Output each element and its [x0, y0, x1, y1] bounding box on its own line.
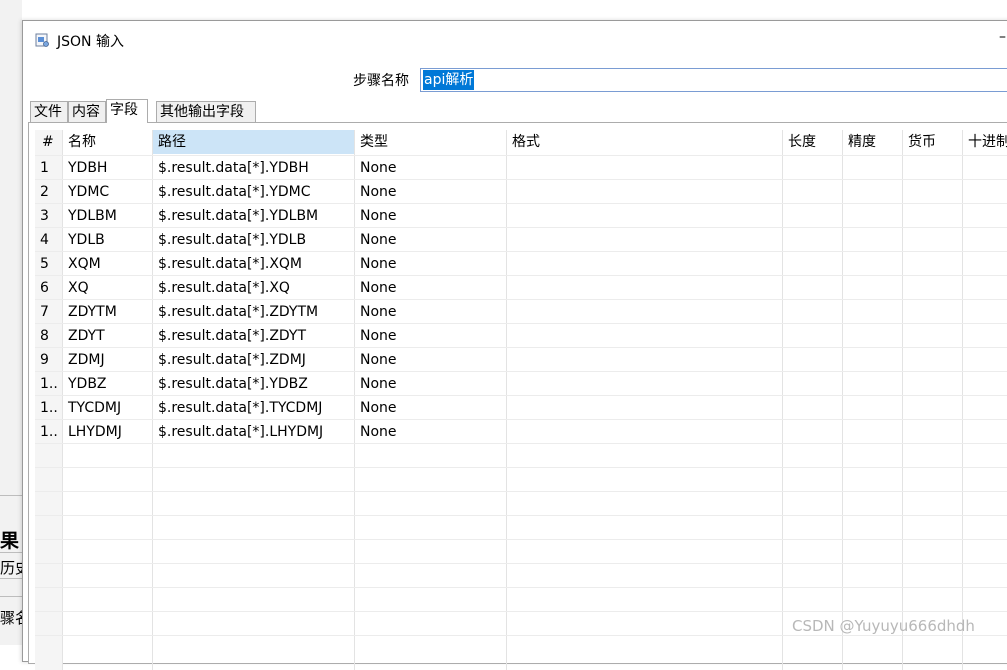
name-cell[interactable]: TYCDMJ: [62, 396, 152, 420]
tab-other-output-fields[interactable]: 其他输出字段: [156, 101, 256, 122]
table-row[interactable]: 7 ZDYTM $.result.data[*].ZDYTM None: [35, 300, 1007, 324]
header-precision[interactable]: 精度: [842, 130, 902, 154]
minimize-button[interactable]: –: [999, 29, 1007, 49]
name-cell[interactable]: ZDYTM: [62, 300, 152, 324]
type-cell[interactable]: None: [354, 372, 506, 396]
title-bar[interactable]: JSON 输入 –: [23, 21, 1007, 59]
type-cell[interactable]: None: [354, 300, 506, 324]
name-cell[interactable]: YDBZ: [62, 372, 152, 396]
row-number-cell[interactable]: 3: [35, 204, 62, 228]
background-divider: [0, 596, 22, 597]
name-cell[interactable]: YDLB: [62, 228, 152, 252]
step-name-value: api解析: [423, 70, 475, 90]
background-text-history: 历史: [0, 559, 22, 577]
header-decimal[interactable]: 十进制: [962, 130, 1007, 154]
table-row[interactable]: 1.. LHYDMJ $.result.data[*].LHYDMJ None: [35, 420, 1007, 444]
grid-line: [35, 563, 1007, 564]
grid-line: [35, 611, 1007, 612]
type-cell[interactable]: None: [354, 204, 506, 228]
grid-line: [35, 467, 1007, 468]
name-cell[interactable]: LHYDMJ: [62, 420, 152, 444]
row-number-cell[interactable]: 2: [35, 180, 62, 204]
grid-line: [35, 635, 1007, 636]
tab-content[interactable]: 内容: [68, 101, 106, 122]
tab-file[interactable]: 文件: [30, 101, 68, 122]
path-cell[interactable]: $.result.data[*].YDBZ: [152, 372, 354, 396]
path-cell[interactable]: $.result.data[*].ZDMJ: [152, 348, 354, 372]
path-cell[interactable]: $.result.data[*].ZDYT: [152, 324, 354, 348]
path-cell[interactable]: $.result.data[*].YDLB: [152, 228, 354, 252]
background-text-step: 骤名: [0, 609, 22, 627]
header-type[interactable]: 类型: [354, 130, 506, 154]
background-text-result: 果: [0, 530, 20, 552]
path-cell[interactable]: $.result.data[*].YDLBM: [152, 204, 354, 228]
row-number-cell[interactable]: 4: [35, 228, 62, 252]
row-number-cell[interactable]: 9: [35, 348, 62, 372]
background-divider: [0, 552, 22, 553]
step-name-input[interactable]: api解析: [420, 68, 1007, 92]
table-row[interactable]: 8 ZDYT $.result.data[*].ZDYT None: [35, 324, 1007, 348]
background-divider: [0, 495, 22, 496]
watermark: CSDN @Yuyuyu666dhdh: [792, 617, 975, 635]
path-cell[interactable]: $.result.data[*].XQ: [152, 276, 354, 300]
type-cell[interactable]: None: [354, 396, 506, 420]
table-row[interactable]: 5 XQM $.result.data[*].XQM None: [35, 252, 1007, 276]
fields-table: ˄ # 名称 路径 类型 格式 长度 精度 货币 十进制 1 YDBH $.resu…: [35, 130, 1007, 670]
grid-line: [35, 515, 1007, 516]
row-number-cell[interactable]: 1..: [35, 372, 62, 396]
row-number-cell[interactable]: 5: [35, 252, 62, 276]
table-row[interactable]: 1 YDBH $.result.data[*].YDBH None: [35, 156, 1007, 180]
header-path[interactable]: 路径: [152, 130, 354, 154]
header-length[interactable]: 长度: [782, 130, 842, 154]
json-input-icon: [35, 33, 49, 47]
table-row[interactable]: 9 ZDMJ $.result.data[*].ZDMJ None: [35, 348, 1007, 372]
row-number-cell[interactable]: 1..: [35, 396, 62, 420]
table-row[interactable]: 2 YDMC $.result.data[*].YDMC None: [35, 180, 1007, 204]
name-cell[interactable]: XQ: [62, 276, 152, 300]
row-number-cell[interactable]: 1..: [35, 420, 62, 444]
grid-line: [35, 539, 1007, 540]
name-cell[interactable]: ZDMJ: [62, 348, 152, 372]
table-row[interactable]: 6 XQ $.result.data[*].XQ None: [35, 276, 1007, 300]
type-cell[interactable]: None: [354, 228, 506, 252]
header-currency[interactable]: 货币: [902, 130, 962, 154]
row-number-cell[interactable]: 8: [35, 324, 62, 348]
type-cell[interactable]: None: [354, 252, 506, 276]
path-cell[interactable]: $.result.data[*].YDBH: [152, 156, 354, 180]
type-cell[interactable]: None: [354, 276, 506, 300]
path-cell[interactable]: $.result.data[*].XQM: [152, 252, 354, 276]
path-cell[interactable]: $.result.data[*].TYCDMJ: [152, 396, 354, 420]
step-name-label: 步骤名称: [353, 73, 409, 89]
table-row[interactable]: 3 YDLBM $.result.data[*].YDLBM None: [35, 204, 1007, 228]
background-divider: [0, 578, 22, 579]
table-row[interactable]: 1.. TYCDMJ $.result.data[*].TYCDMJ None: [35, 396, 1007, 420]
type-cell[interactable]: None: [354, 180, 506, 204]
path-cell[interactable]: $.result.data[*].ZDYTM: [152, 300, 354, 324]
type-cell[interactable]: None: [354, 348, 506, 372]
name-cell[interactable]: YDBH: [62, 156, 152, 180]
name-cell[interactable]: ZDYT: [62, 324, 152, 348]
grid-line: [35, 587, 1007, 588]
path-cell[interactable]: $.result.data[*].YDMC: [152, 180, 354, 204]
header-format[interactable]: 格式: [506, 130, 782, 154]
dialog-title: JSON 输入: [57, 34, 124, 50]
table-row[interactable]: 4 YDLB $.result.data[*].YDLB None: [35, 228, 1007, 252]
row-number-cell[interactable]: 6: [35, 276, 62, 300]
type-cell[interactable]: None: [354, 420, 506, 444]
name-cell[interactable]: XQM: [62, 252, 152, 276]
type-cell[interactable]: None: [354, 324, 506, 348]
table-row[interactable]: 1.. YDBZ $.result.data[*].YDBZ None: [35, 372, 1007, 396]
path-cell[interactable]: $.result.data[*].LHYDMJ: [152, 420, 354, 444]
tab-fields[interactable]: 字段: [106, 99, 148, 123]
row-number-cell[interactable]: 7: [35, 300, 62, 324]
grid-line: [35, 491, 1007, 492]
row-number-cell[interactable]: 1: [35, 156, 62, 180]
header-row-number[interactable]: #: [35, 130, 62, 154]
name-cell[interactable]: YDMC: [62, 180, 152, 204]
header-name[interactable]: 名称: [62, 130, 152, 154]
type-cell[interactable]: None: [354, 156, 506, 180]
name-cell[interactable]: YDLBM: [62, 204, 152, 228]
